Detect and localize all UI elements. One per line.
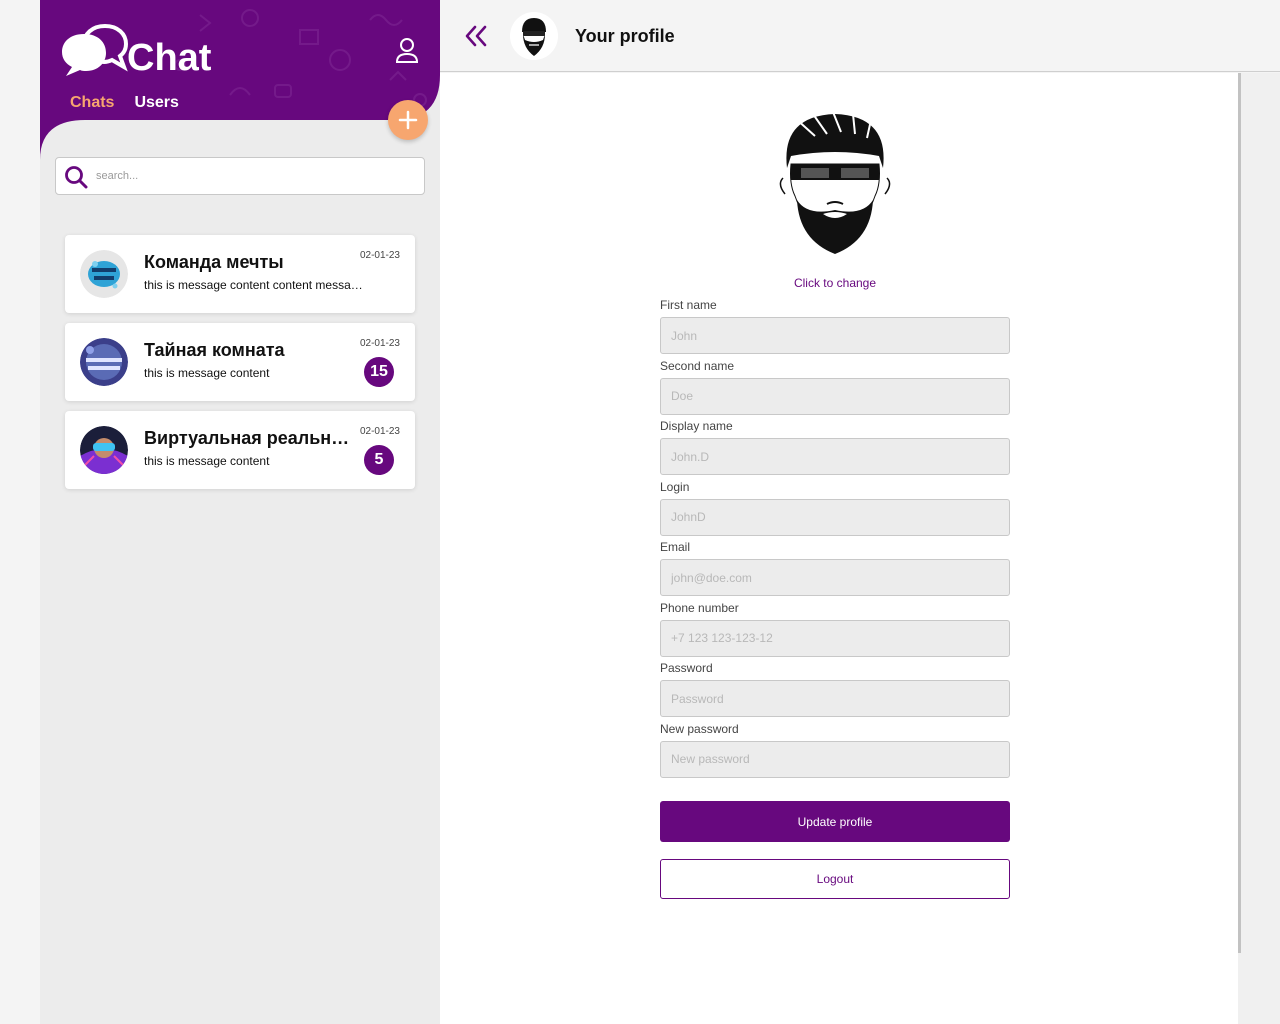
field-label: New password — [660, 721, 739, 736]
scrollbar[interactable] — [1238, 73, 1280, 1024]
field-new-password: New password — [660, 721, 1010, 782]
chat-list-item[interactable]: Команда мечты this is message content co… — [65, 235, 415, 313]
field-label: First name — [660, 298, 717, 312]
new-password-input[interactable] — [660, 740, 1010, 778]
chat-list-item[interactable]: Виртуальная реальность this is message c… — [65, 411, 415, 489]
logo-text: Chat — [127, 37, 212, 79]
tab-users[interactable]: Users — [134, 93, 178, 113]
avatar — [510, 12, 558, 60]
unread-badge: 5 — [364, 445, 394, 475]
field-label: Second name — [660, 358, 735, 373]
page-title: Your profile — [575, 26, 675, 46]
email-input[interactable] — [660, 559, 1010, 596]
profile-form: First name Second name Display name Logi… — [660, 297, 1010, 781]
chat-list-item[interactable]: Тайная комната this is message content 0… — [65, 323, 415, 401]
field-display-name: Display name — [660, 418, 1010, 479]
field-label: Login — [660, 479, 690, 494]
field-first-name: First name — [660, 297, 1010, 358]
field-second-name: Second name — [660, 358, 1010, 419]
field-label: Email — [660, 540, 691, 554]
chat-date: 02-01-23 — [359, 426, 400, 437]
phone-input[interactable] — [660, 619, 1010, 657]
tab-chats[interactable]: Chats — [70, 93, 114, 113]
chat-name: Виртуальная реальность — [144, 428, 359, 448]
chat-date: 02-01-23 — [359, 250, 400, 261]
logout-button[interactable]: Logout — [660, 859, 1010, 899]
main-panel: Your profile Click to change First name … — [440, 0, 1280, 1024]
display-name-input[interactable] — [660, 438, 1010, 475]
profile-avatar[interactable] — [775, 108, 895, 258]
top-bar: Your profile — [440, 0, 1280, 72]
chat-date: 02-01-23 — [359, 338, 400, 349]
sidebar-header: Chat Chats Users — [40, 0, 440, 160]
chat-last-message: this is message content — [144, 366, 270, 380]
search-input[interactable] — [96, 163, 416, 189]
password-input[interactable] — [660, 680, 1010, 717]
chat-list: Команда мечты this is message content co… — [65, 235, 415, 499]
chat-avatar — [80, 338, 128, 386]
chat-name: Тайная комната — [144, 340, 285, 360]
unread-badge: 15 — [364, 357, 394, 387]
sidebar-tabs: Chats Users — [70, 93, 179, 113]
search-box — [55, 157, 425, 195]
field-label: Display name — [660, 419, 733, 433]
field-label: Password — [660, 661, 713, 675]
chat-last-message: this is message content content message … — [144, 278, 364, 292]
field-password: Password — [660, 660, 1010, 721]
update-profile-button[interactable]: Update profile — [660, 801, 1010, 842]
login-input[interactable] — [660, 498, 1010, 536]
field-email: Email — [660, 539, 1010, 600]
field-login: Login — [660, 479, 1010, 540]
chat-avatar — [80, 426, 128, 474]
chat-last-message: this is message content — [144, 454, 270, 468]
user-icon[interactable] — [394, 37, 420, 65]
profile-content: Click to change First name Second name D… — [440, 73, 1238, 1024]
change-avatar-link[interactable]: Click to change — [735, 275, 935, 291]
scrollbar-thumb[interactable] — [1238, 73, 1241, 953]
plus-icon — [398, 110, 418, 130]
chat-name: Команда мечты — [144, 252, 284, 272]
field-label: Phone number — [660, 600, 739, 615]
sidebar: Chat Chats Users search... Команда мечты… — [40, 0, 440, 1024]
second-name-input[interactable] — [660, 377, 1010, 415]
double-chevron-left-icon[interactable] — [464, 22, 488, 50]
first-name-input[interactable] — [660, 317, 1010, 354]
new-chat-button[interactable] — [388, 100, 428, 140]
search-icon — [65, 166, 88, 189]
field-phone: Phone number — [660, 600, 1010, 661]
chat-avatar — [80, 250, 128, 298]
